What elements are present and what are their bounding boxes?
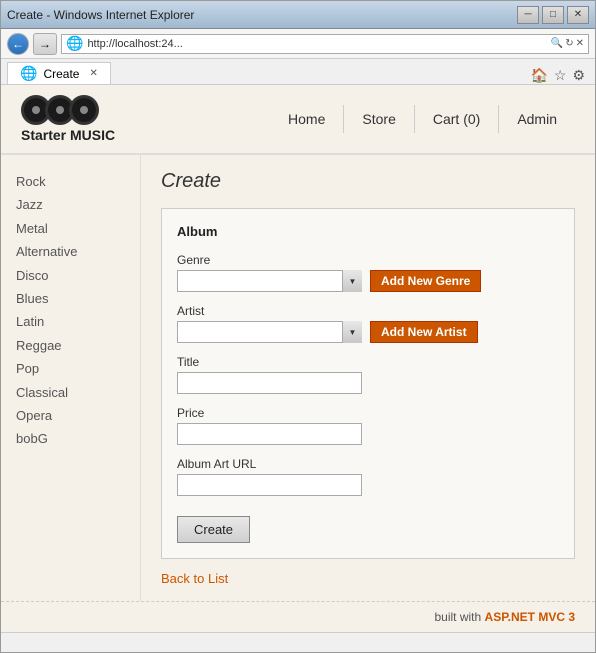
- site-header: Starter MUSIC Home Store Cart (0) Admin: [1, 85, 595, 155]
- window-controls: ─ □ ✕: [517, 6, 589, 24]
- window-title: Create - Windows Internet Explorer: [7, 8, 194, 22]
- title-input[interactable]: [177, 372, 362, 394]
- site-title: Starter MUSIC: [21, 127, 115, 143]
- create-button[interactable]: Create: [177, 516, 250, 543]
- page-footer: built with ASP.NET MVC 3: [1, 601, 595, 632]
- artist-select-wrapper: ▼: [177, 321, 362, 343]
- artist-label: Artist: [177, 304, 559, 318]
- refresh-icon[interactable]: ↻: [565, 38, 573, 49]
- browser-window: Create - Windows Internet Explorer ─ □ ✕…: [0, 0, 596, 653]
- sidebar-link-alternative[interactable]: Alternative: [16, 240, 125, 263]
- artist-select[interactable]: [177, 321, 362, 343]
- sidebar-link-pop[interactable]: Pop: [16, 357, 125, 380]
- site-nav: Home Store Cart (0) Admin: [270, 105, 575, 133]
- back-to-list-link[interactable]: Back to List: [161, 571, 575, 586]
- tab-favicon: 🌐: [20, 65, 37, 82]
- forward-button[interactable]: →: [33, 33, 57, 55]
- price-group: Price: [177, 406, 559, 445]
- tab-bar: 🌐 Create ✕ 🏠 ☆ ⚙: [1, 59, 595, 85]
- genre-label: Genre: [177, 253, 559, 267]
- add-genre-button[interactable]: Add New Genre: [370, 270, 481, 292]
- genre-group: Genre ▼ Add New Genre: [177, 253, 559, 292]
- logo-area: Starter MUSIC: [21, 95, 115, 143]
- form-box-title: Album: [177, 224, 559, 239]
- artist-row: ▼ Add New Artist: [177, 321, 559, 343]
- back-button[interactable]: ←: [7, 33, 29, 55]
- sidebar-link-blues[interactable]: Blues: [16, 287, 125, 310]
- genre-select-wrapper: ▼: [177, 270, 362, 292]
- address-text: http://localhost:24...: [87, 38, 546, 50]
- sidebar: Rock Jazz Metal Alternative Disco Blues …: [1, 155, 141, 601]
- add-artist-button[interactable]: Add New Artist: [370, 321, 478, 343]
- album-form-box: Album Genre ▼ Add New Genre: [161, 208, 575, 559]
- page-content: Starter MUSIC Home Store Cart (0) Admin …: [1, 85, 595, 632]
- footer-highlight: ASP.NET MVC 3: [485, 610, 575, 624]
- sidebar-link-metal[interactable]: Metal: [16, 217, 125, 240]
- search-icon[interactable]: 🔍: [551, 38, 563, 49]
- footer-text: built with: [435, 610, 485, 624]
- title-label: Title: [177, 355, 559, 369]
- disc-3: [69, 95, 99, 125]
- price-input[interactable]: [177, 423, 362, 445]
- status-bar: [1, 632, 595, 652]
- logo-discs: [21, 95, 115, 125]
- home-icon[interactable]: 🏠: [530, 67, 547, 84]
- address-field[interactable]: 🌐 http://localhost:24... 🔍 ↻ ✕: [61, 34, 589, 54]
- title-bar: Create - Windows Internet Explorer ─ □ ✕: [1, 1, 595, 29]
- genre-row: ▼ Add New Genre: [177, 270, 559, 292]
- album-art-input[interactable]: [177, 474, 362, 496]
- main-layout: Rock Jazz Metal Alternative Disco Blues …: [1, 155, 595, 601]
- sidebar-link-opera[interactable]: Opera: [16, 404, 125, 427]
- maximize-button[interactable]: □: [542, 6, 564, 24]
- nav-store[interactable]: Store: [343, 105, 413, 133]
- settings-icon[interactable]: ⚙: [572, 67, 585, 84]
- nav-cart[interactable]: Cart (0): [414, 105, 498, 133]
- close-button[interactable]: ✕: [567, 6, 589, 24]
- favorites-icon[interactable]: ☆: [554, 67, 567, 84]
- sidebar-link-rock[interactable]: Rock: [16, 170, 125, 193]
- title-group: Title: [177, 355, 559, 394]
- sidebar-link-classical[interactable]: Classical: [16, 381, 125, 404]
- album-art-group: Album Art URL: [177, 457, 559, 496]
- sidebar-link-bobg[interactable]: bobG: [16, 427, 125, 450]
- stop-icon[interactable]: ✕: [576, 38, 584, 49]
- nav-admin[interactable]: Admin: [498, 105, 575, 133]
- address-bar: ← → 🌐 http://localhost:24... 🔍 ↻ ✕: [1, 29, 595, 59]
- genre-select[interactable]: [177, 270, 362, 292]
- minimize-button[interactable]: ─: [517, 6, 539, 24]
- tab-close-button[interactable]: ✕: [89, 68, 97, 79]
- artist-group: Artist ▼ Add New Artist: [177, 304, 559, 343]
- page-heading: Create: [161, 170, 575, 193]
- price-label: Price: [177, 406, 559, 420]
- page-icon: 🌐: [66, 35, 83, 52]
- active-tab[interactable]: 🌐 Create ✕: [7, 62, 111, 84]
- browser-tools: 🏠 ☆ ⚙: [530, 67, 589, 84]
- sidebar-link-reggae[interactable]: Reggae: [16, 334, 125, 357]
- content-area: Create Album Genre ▼: [141, 155, 595, 601]
- nav-home[interactable]: Home: [270, 105, 343, 133]
- sidebar-link-jazz[interactable]: Jazz: [16, 193, 125, 216]
- album-art-label: Album Art URL: [177, 457, 559, 471]
- sidebar-link-disco[interactable]: Disco: [16, 264, 125, 287]
- tab-label: Create: [43, 67, 79, 81]
- sidebar-link-latin[interactable]: Latin: [16, 310, 125, 333]
